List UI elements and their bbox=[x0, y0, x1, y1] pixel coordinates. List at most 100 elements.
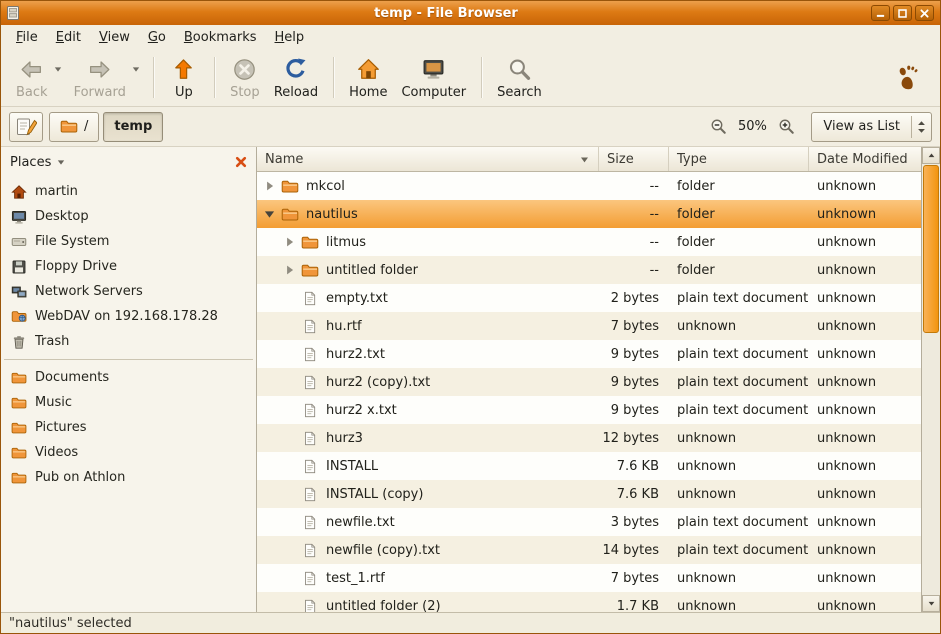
file-row-install[interactable]: INSTALL7.6 KBunknownunknown bbox=[257, 452, 921, 480]
scroll-up-button[interactable] bbox=[922, 147, 940, 164]
file-row-install-copy[interactable]: INSTALL (copy)7.6 KBunknownunknown bbox=[257, 480, 921, 508]
name-cell: empty.txt bbox=[257, 291, 599, 306]
up-button[interactable]: Up bbox=[162, 53, 206, 102]
zoom-out-button[interactable] bbox=[706, 115, 730, 139]
sidebar-item-floppy-drive[interactable]: Floppy Drive bbox=[1, 254, 256, 279]
file-row-newfile-txt[interactable]: newfile.txt3 bytesplain text documentunk… bbox=[257, 508, 921, 536]
sidebar-item-videos[interactable]: Videos bbox=[1, 440, 256, 465]
sidebar-item-desktop[interactable]: Desktop bbox=[1, 204, 256, 229]
scroll-track[interactable] bbox=[922, 164, 940, 595]
file-row-hurz2-x-txt[interactable]: hurz2 x.txt9 bytesplain text documentunk… bbox=[257, 396, 921, 424]
file-row-mkcol[interactable]: mkcol--folderunknown bbox=[257, 172, 921, 200]
sidebar-item-pub-on-athlon[interactable]: Pub on Athlon bbox=[1, 465, 256, 490]
sidebar-item-music[interactable]: Music bbox=[1, 390, 256, 415]
column-header-type[interactable]: Type bbox=[669, 147, 809, 171]
view-mode-select[interactable]: View as List bbox=[811, 112, 932, 142]
sort-indicator-icon bbox=[579, 154, 590, 165]
view-mode-label: View as List bbox=[812, 119, 911, 134]
home-button[interactable]: Home bbox=[342, 53, 394, 102]
expander-icon[interactable] bbox=[282, 235, 297, 249]
name-cell: hurz2 x.txt bbox=[257, 403, 599, 418]
sidebar-item-trash[interactable]: Trash bbox=[1, 329, 256, 354]
sidebar-item-martin[interactable]: martin bbox=[1, 179, 256, 204]
reload-button[interactable]: Reload bbox=[267, 53, 325, 102]
titlebar[interactable]: temp - File Browser bbox=[1, 1, 940, 25]
path-button-temp[interactable]: temp bbox=[103, 112, 163, 142]
menu-bookmarks[interactable]: Bookmarks bbox=[175, 27, 266, 48]
modified-cell: unknown bbox=[809, 543, 921, 558]
search-button[interactable]: Search bbox=[490, 53, 549, 102]
vertical-scrollbar[interactable] bbox=[921, 147, 940, 612]
sidebar-item-network-servers[interactable]: Network Servers bbox=[1, 279, 256, 304]
file-row-untitled-folder[interactable]: untitled folder--folderunknown bbox=[257, 256, 921, 284]
name-cell: hurz3 bbox=[257, 431, 599, 446]
home-icon bbox=[356, 57, 381, 82]
file-row-newfile-copy-txt[interactable]: newfile (copy).txt14 bytesplain text doc… bbox=[257, 536, 921, 564]
type-cell: unknown bbox=[669, 571, 809, 586]
scroll-thumb[interactable] bbox=[923, 165, 939, 333]
menu-file[interactable]: File bbox=[7, 27, 47, 48]
forward-label: Forward bbox=[74, 85, 126, 100]
close-button[interactable] bbox=[915, 5, 934, 21]
name-cell: hu.rtf bbox=[257, 319, 599, 334]
minimize-icon bbox=[875, 8, 886, 19]
folder-icon bbox=[301, 235, 319, 250]
size-cell: 12 bytes bbox=[599, 431, 669, 446]
menu-view[interactable]: View bbox=[90, 27, 139, 48]
name-cell: INSTALL (copy) bbox=[257, 487, 599, 502]
type-cell: folder bbox=[669, 235, 809, 250]
folder-icon bbox=[281, 207, 299, 222]
file-row-untitled-folder-2[interactable]: untitled folder (2)1.7 KBunknownunknown bbox=[257, 592, 921, 612]
edit-location-button[interactable] bbox=[9, 112, 43, 142]
expander-icon[interactable] bbox=[282, 263, 297, 277]
name-cell: INSTALL bbox=[257, 459, 599, 474]
column-header-date-modified[interactable]: Date Modified bbox=[809, 147, 921, 171]
path-buttons: /temp bbox=[49, 112, 163, 142]
type-cell: plain text document bbox=[669, 291, 809, 306]
maximize-button[interactable] bbox=[893, 5, 912, 21]
sidebar-item-documents[interactable]: Documents bbox=[1, 365, 256, 390]
expander-spacer bbox=[282, 515, 297, 529]
toolbar: BackForwardUpStopReloadHomeComputerSearc… bbox=[1, 50, 940, 107]
file-row-hurz2-copy-txt[interactable]: hurz2 (copy).txt9 bytesplain text docume… bbox=[257, 368, 921, 396]
maximize-icon bbox=[897, 8, 908, 19]
folder-icon bbox=[11, 395, 27, 411]
expander-icon[interactable] bbox=[262, 207, 277, 221]
file-row-hurz2-txt[interactable]: hurz2.txt9 bytesplain text documentunkno… bbox=[257, 340, 921, 368]
file-row-nautilus[interactable]: nautilus--folderunknown bbox=[257, 200, 921, 228]
type-cell: unknown bbox=[669, 319, 809, 334]
expander-icon[interactable] bbox=[262, 179, 277, 193]
places-selector[interactable]: Places bbox=[10, 155, 51, 170]
size-cell: 7.6 KB bbox=[599, 459, 669, 474]
type-cell: unknown bbox=[669, 599, 809, 613]
file-row-test-1-rtf[interactable]: test_1.rtf7 bytesunknownunknown bbox=[257, 564, 921, 592]
column-header-name[interactable]: Name bbox=[257, 147, 599, 171]
computer-button[interactable]: Computer bbox=[394, 53, 473, 102]
sidebar-close-button[interactable] bbox=[231, 152, 251, 172]
file-list-area: NameSizeTypeDate Modified mkcol--folderu… bbox=[257, 147, 921, 612]
zoom-controls: 50% View as List bbox=[706, 112, 932, 142]
minimize-button[interactable] bbox=[871, 5, 890, 21]
zoom-in-button[interactable] bbox=[774, 115, 798, 139]
expander-spacer bbox=[282, 403, 297, 417]
toolbar-separator bbox=[481, 57, 482, 98]
sidebar-item-file-system[interactable]: File System bbox=[1, 229, 256, 254]
file-row-hu-rtf[interactable]: hu.rtf7 bytesunknownunknown bbox=[257, 312, 921, 340]
close-icon bbox=[919, 8, 930, 19]
menu-go[interactable]: Go bbox=[139, 27, 175, 48]
column-header-size[interactable]: Size bbox=[599, 147, 669, 171]
scroll-down-button[interactable] bbox=[922, 595, 940, 612]
menu-help[interactable]: Help bbox=[266, 27, 314, 48]
file-row-empty-txt[interactable]: empty.txt2 bytesplain text documentunkno… bbox=[257, 284, 921, 312]
close-icon bbox=[234, 155, 248, 169]
path-button-root[interactable]: / bbox=[49, 112, 99, 142]
file-row-litmus[interactable]: litmus--folderunknown bbox=[257, 228, 921, 256]
menu-edit[interactable]: Edit bbox=[47, 27, 90, 48]
sidebar-item-webdav-on-192-168-178-28[interactable]: WebDAV on 192.168.178.28 bbox=[1, 304, 256, 329]
spinner-arrows-icon bbox=[916, 118, 927, 136]
chevron-down-icon bbox=[56, 157, 66, 167]
size-cell: 2 bytes bbox=[599, 291, 669, 306]
modified-cell: unknown bbox=[809, 179, 921, 194]
file-row-hurz3[interactable]: hurz312 bytesunknownunknown bbox=[257, 424, 921, 452]
sidebar-item-pictures[interactable]: Pictures bbox=[1, 415, 256, 440]
